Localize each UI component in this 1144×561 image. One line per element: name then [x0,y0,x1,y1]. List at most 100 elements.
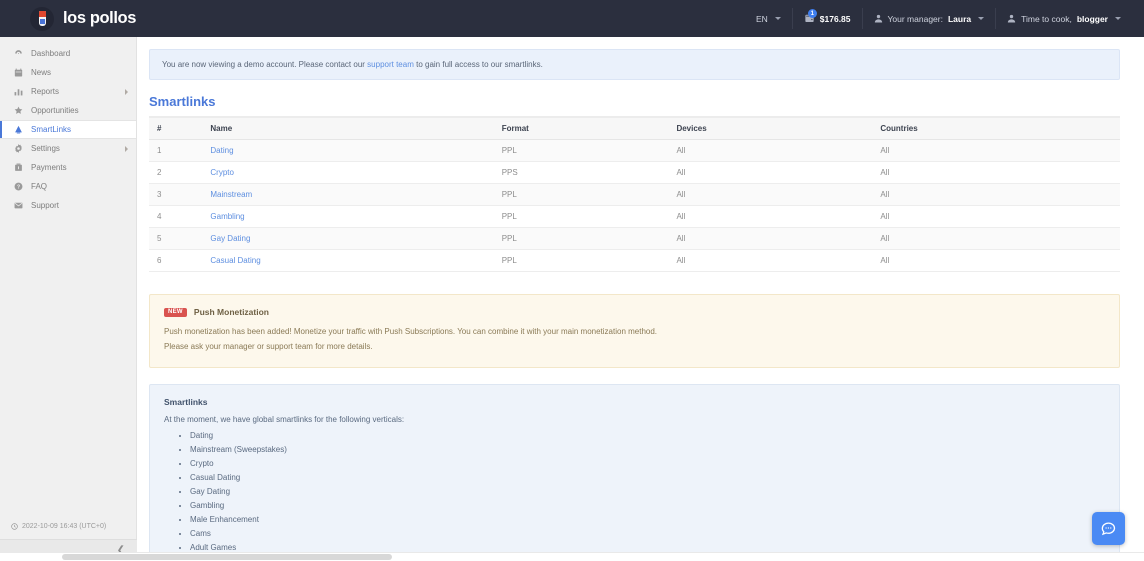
brand-logo[interactable]: los pollos [0,6,136,31]
row-format: PPL [493,183,669,206]
row-countries: All [872,249,1120,272]
push-panel-title: Push Monetization [193,307,269,317]
row-countries: All [872,227,1120,250]
chicken-cup-logo-icon [30,6,54,31]
smartlinks-icon [11,125,25,134]
row-format: PPL [493,205,669,228]
list-item: Dating [190,429,1105,443]
sidebar-item-label: Settings [31,144,60,153]
smartlink-link[interactable]: Mainstream [210,190,252,199]
list-item: Crypto [190,457,1105,471]
chevron-down-icon [1115,17,1121,20]
smartlink-link[interactable]: Dating [210,146,233,155]
row-format: PPL [493,227,669,250]
column-header-devices: Devices [668,117,873,140]
footer-timestamp: 2022-10-09 16:43 (UTC+0) [0,523,137,539]
table-row: 6 Casual Dating PPL All All [149,249,1120,272]
demo-account-notice: You are now viewing a demo account. Plea… [149,49,1120,80]
support-team-link[interactable]: support team [367,60,414,69]
account-label: Time to cook, [1021,13,1072,24]
table-row: 5 Gay Dating PPL All All [149,227,1120,250]
sidebar-item-label: Dashboard [31,49,71,58]
row-number: 1 [149,139,203,162]
chevron-right-icon [125,145,128,152]
manager-menu[interactable]: Your manager: Laura [861,8,996,29]
smartlink-link[interactable]: Gambling [210,212,244,221]
row-format: PPL [493,249,669,272]
smartlink-link[interactable]: Crypto [210,168,234,177]
user-icon [874,14,883,23]
calendar-icon [11,68,25,77]
list-item: Male Enhancement [190,513,1105,527]
row-countries: All [872,183,1120,206]
application-window: los pollos EN 1 $176.85 Your manager: La… [0,0,1144,561]
sidebar-item-label: Reports [31,87,60,96]
sidebar-item-opportunities[interactable]: Opportunities [0,101,136,120]
dashboard-icon [11,49,25,58]
wallet-icon: 1 [804,9,817,24]
page-title: Smartlinks [149,94,1120,117]
smartlink-link[interactable]: Gay Dating [210,234,250,243]
sidebar-item-faq[interactable]: ? FAQ [0,177,136,196]
balance-indicator[interactable]: 1 $176.85 [791,8,862,29]
chat-widget-button[interactable] [1092,512,1125,545]
star-icon [11,106,25,115]
sidebar-item-label: Payments [31,163,67,172]
row-devices: All [668,183,873,206]
scrollbar-thumb[interactable] [62,554,392,560]
sidebar-item-label: SmartLinks [31,125,72,134]
chat-bubble-icon [1100,520,1117,537]
row-name: Crypto [202,161,494,184]
language-selector[interactable]: EN [745,8,792,29]
row-devices: All [668,205,873,228]
table-header-row: # Name Format Devices Countries [149,117,1120,140]
column-header-countries: Countries [872,117,1120,140]
row-name: Dating [202,139,494,162]
row-name: Casual Dating [202,249,494,272]
row-format: PPL [493,139,669,162]
envelope-icon [11,201,25,210]
chevron-down-icon [774,17,781,20]
new-badge: NEW [164,307,187,317]
row-number: 2 [149,161,203,184]
row-name: Gay Dating [202,227,494,250]
list-item: Mainstream (Sweepstakes) [190,443,1105,457]
push-panel-line-1: Push monetization has been added! Moneti… [164,327,658,336]
sidebar-item-settings[interactable]: Settings [0,139,136,158]
table-row: 1 Dating PPL All All [149,139,1120,162]
question-circle-icon: ? [11,182,25,191]
manager-label: Your manager: [887,13,943,24]
sidebar-nav: Dashboard News Reports Opportunities Sma… [0,37,136,215]
sidebar-item-dashboard[interactable]: Dashboard [0,44,136,63]
row-devices: All [668,139,873,162]
main-content: You are now viewing a demo account. Plea… [137,37,1144,561]
smartlink-link[interactable]: Casual Dating [210,256,260,265]
gear-icon [11,144,25,153]
sidebar-item-smartlinks[interactable]: SmartLinks [0,120,136,139]
top-header: los pollos EN 1 $176.85 Your manager: La… [0,0,1144,37]
list-item: Gay Dating [190,485,1105,499]
table-row: 4 Gambling PPL All All [149,205,1120,228]
sidebar-item-news[interactable]: News [0,63,136,82]
chevron-down-icon [978,17,985,20]
sidebar-item-reports[interactable]: Reports [0,82,136,101]
row-name: Gambling [202,205,494,228]
sidebar-item-payments[interactable]: Payments [0,158,136,177]
language-label: EN [755,13,768,24]
list-item: Casual Dating [190,471,1105,485]
column-header-number: # [149,117,203,140]
row-devices: All [668,249,873,272]
row-devices: All [668,227,873,250]
column-header-name: Name [202,117,494,140]
account-menu[interactable]: Time to cook, blogger [995,8,1132,29]
bank-icon [11,163,25,172]
sidebar-item-support[interactable]: Support [0,196,136,215]
verticals-list: Dating Mainstream (Sweepstakes) Crypto C… [190,429,1105,555]
horizontal-scrollbar[interactable] [0,552,1144,561]
row-name: Mainstream [202,183,494,206]
demo-notice-suffix: to gain full access to our smartlinks. [413,60,543,69]
sidebar-item-label: News [31,68,52,77]
balance-badge-count: 1 [807,9,817,18]
row-countries: All [872,139,1120,162]
row-countries: All [872,205,1120,228]
